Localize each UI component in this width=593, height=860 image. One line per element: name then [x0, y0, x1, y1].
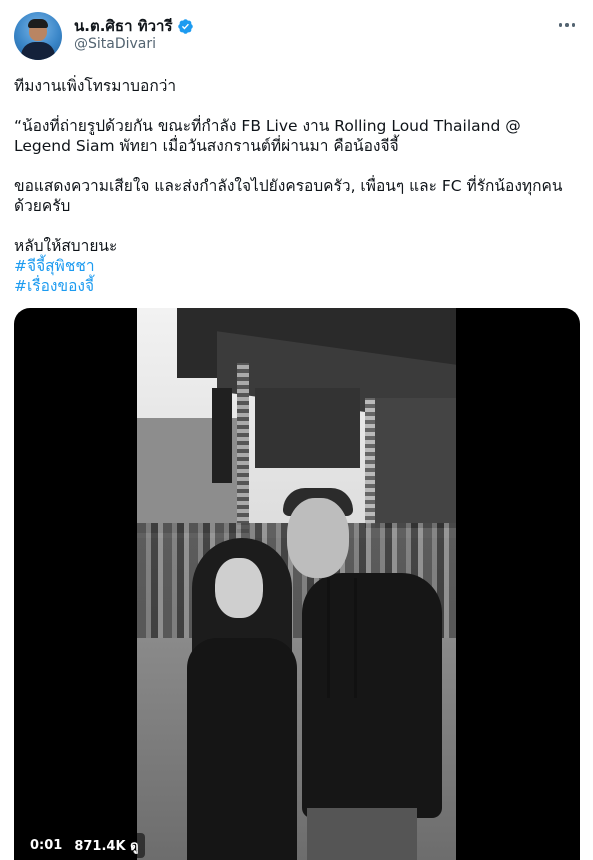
author-display-name[interactable]: น.ต.ศิธา ทิวารี	[74, 14, 173, 38]
tweet-line-intro: ทีมงานเพิ่งโทรมาบอกว่า	[14, 77, 177, 95]
verified-badge-icon	[177, 18, 193, 34]
avatar-hair	[28, 19, 48, 28]
hashtag-link[interactable]: #จีจี้สุพิชชา	[14, 256, 580, 276]
video-elapsed-time: 0:01	[30, 838, 63, 853]
video-stats-overlay: 0:01 871.4K ดู	[24, 833, 145, 858]
video-stage-screen	[255, 388, 360, 468]
video-view-count: 871.4K ดู	[74, 839, 139, 854]
more-dot	[565, 23, 569, 27]
more-options-icon[interactable]	[556, 16, 578, 34]
video-player[interactable]: 0:01 871.4K ดู	[14, 308, 580, 860]
video-lanyard	[327, 578, 357, 698]
video-frame	[137, 308, 456, 860]
video-truss	[237, 363, 249, 533]
video-stage	[375, 398, 456, 528]
hashtag-link[interactable]: #เรื่องของจี้	[14, 276, 580, 296]
more-dot	[571, 23, 576, 27]
video-person-face	[215, 558, 263, 618]
tweet-line-rest: หลับให้สบายนะ	[14, 237, 118, 255]
author-name-row: น.ต.ศิธา ทิวารี	[74, 14, 194, 38]
video-person-face	[287, 498, 349, 578]
video-person-body	[302, 573, 442, 818]
video-speaker	[212, 388, 232, 483]
tweet-header: น.ต.ศิธา ทิวารี @SitaDivari	[14, 12, 580, 62]
author-handle[interactable]: @SitaDivari	[74, 36, 156, 52]
video-truss	[365, 398, 375, 528]
avatar-body	[21, 42, 55, 60]
tweet-text: ทีมงานเพิ่งโทรมาบอกว่า “น้องที่ถ่ายรูปด้…	[14, 76, 580, 296]
more-dot	[558, 23, 563, 27]
video-person-legs	[307, 808, 417, 860]
video-person-body	[187, 638, 297, 860]
tweet-paragraph-condolence: ขอแสดงความเสียใจ และส่งกำลังใจไปยังครอบค…	[14, 177, 563, 215]
tweet-paragraph-quote: “น้องที่ถ่ายรูปด้วยกัน ขณะที่กำลัง FB Li…	[14, 117, 526, 155]
author-avatar[interactable]	[14, 12, 62, 60]
